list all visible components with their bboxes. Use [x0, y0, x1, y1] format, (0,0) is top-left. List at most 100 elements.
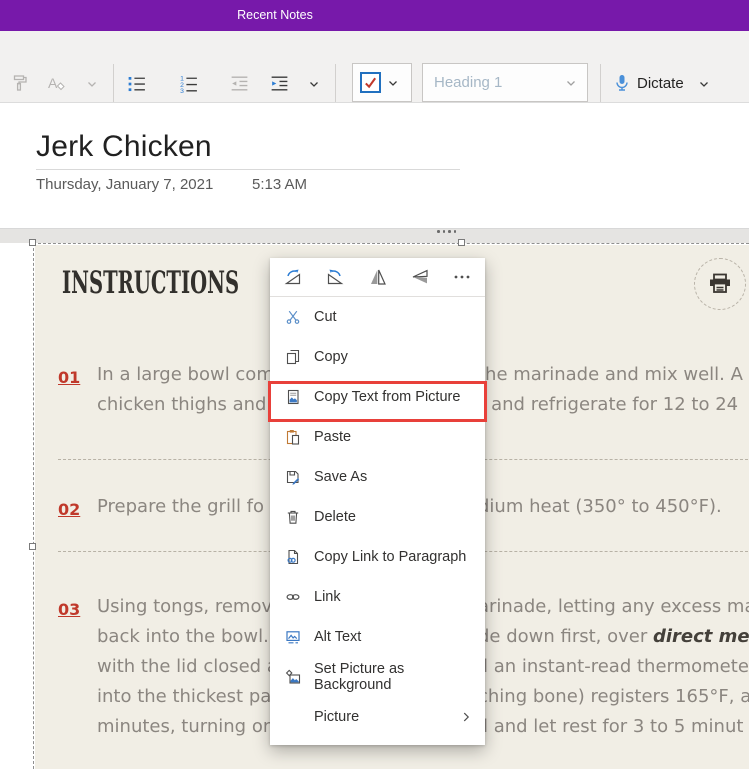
- print-button[interactable]: [694, 258, 746, 310]
- save-as-icon: [284, 469, 301, 486]
- recipe-text-line: il an instant-read thermomete: [478, 656, 749, 677]
- recipe-heading: INSTRUCTIONS: [62, 265, 240, 301]
- alt-text-icon: [284, 629, 301, 646]
- font-options-chevron-icon[interactable]: [85, 77, 98, 90]
- title-bar: Recent Notes: [0, 0, 749, 31]
- menu-item-picture[interactable]: Picture: [270, 697, 485, 737]
- recipe-text-line: Using tongs, remov: [97, 596, 273, 617]
- menu-item-copy-text-from-picture[interactable]: Copy Text from Picture: [270, 377, 485, 417]
- canvas-edge-band: [0, 228, 749, 243]
- format-painter-icon[interactable]: [8, 72, 30, 94]
- recipe-text-line: r and refrigerate for 12 to 24: [478, 394, 739, 415]
- toolbar-divider: [335, 64, 336, 102]
- title-underline: [36, 169, 460, 170]
- copy-icon: [284, 349, 301, 366]
- menu-item-copy[interactable]: Copy: [270, 337, 485, 377]
- submenu-chevron-right-icon: [459, 710, 473, 724]
- selection-border-top: [33, 243, 749, 244]
- todo-checkbox-icon[interactable]: [360, 72, 381, 93]
- menu-item-label: Save As: [314, 469, 368, 485]
- image-move-handle-icon[interactable]: [437, 230, 456, 233]
- resize-handle-top-middle[interactable]: [458, 239, 465, 246]
- recipe-text-line: Prepare the grill fo: [97, 496, 265, 517]
- recipe-text-line: into the thickest pa: [97, 686, 272, 707]
- recipe-text-line: de down first, over direct med: [478, 626, 749, 647]
- onenote-window: Recent Notes A 1 2 3 Heading 1 Dictate J…: [0, 0, 749, 769]
- menu-item-set-picture-as-background[interactable]: Set Picture as Background: [270, 657, 485, 697]
- recipe-text-line: the marinade and mix well. A: [478, 364, 743, 385]
- style-selector-chevron-icon: [565, 77, 577, 89]
- page-title[interactable]: Jerk Chicken: [36, 130, 212, 164]
- todo-tag-control[interactable]: [352, 63, 412, 102]
- svg-text:3: 3: [180, 88, 184, 94]
- menu-item-copy-link-to-paragraph[interactable]: Copy Link to Paragraph: [270, 537, 485, 577]
- style-selector-value: Heading 1: [434, 74, 503, 91]
- clear-formatting-icon[interactable]: A: [45, 72, 67, 94]
- copy-link-to-paragraph-icon: [284, 549, 301, 566]
- recipe-text-line: ching bone) registers 165°F, a: [478, 686, 749, 707]
- selection-border-left: [33, 243, 34, 769]
- menu-item-label: Delete: [314, 509, 356, 525]
- recipe-text-line: ll and let rest for 3 to 5 minut: [478, 716, 744, 737]
- menu-item-link[interactable]: Link: [270, 577, 485, 617]
- menu-item-label: Copy Link to Paragraph: [314, 549, 467, 565]
- style-selector[interactable]: Heading 1: [422, 63, 588, 102]
- dictate-label: Dictate: [637, 74, 684, 92]
- recipe-text-line: back into the bowl.: [97, 626, 269, 647]
- recipe-text-line: minutes, turning on: [97, 716, 275, 737]
- dictate-button[interactable]: Dictate: [637, 72, 684, 94]
- menu-item-paste[interactable]: Paste: [270, 417, 485, 457]
- recipe-text-line: with the lid closed a: [97, 656, 278, 677]
- todo-tag-chevron-icon[interactable]: [387, 77, 399, 89]
- increase-indent-icon[interactable]: [268, 72, 290, 94]
- delete-icon: [284, 509, 301, 526]
- printer-icon: [710, 273, 730, 293]
- ribbon-toolbar: A 1 2 3 Heading 1 Dictate: [0, 31, 749, 103]
- menu-item-label: Copy Text from Picture: [314, 389, 461, 405]
- decrease-indent-icon[interactable]: [228, 72, 250, 94]
- step-number: 02: [58, 500, 81, 519]
- toolbar-divider: [113, 64, 114, 102]
- dictate-chevron-icon[interactable]: [697, 77, 710, 90]
- menu-item-label: Set Picture as Background: [314, 661, 405, 693]
- list-options-chevron-icon[interactable]: [307, 77, 320, 90]
- resize-handle-top-left[interactable]: [29, 239, 36, 246]
- resize-handle-left-middle[interactable]: [29, 543, 36, 550]
- bullet-list-icon[interactable]: [125, 72, 147, 94]
- copy-text-from-picture-icon: [284, 389, 301, 406]
- recipe-text-line: chicken thighs and: [97, 394, 267, 415]
- numbered-list-icon[interactable]: 1 2 3: [177, 72, 199, 94]
- rotate-right-icon[interactable]: [282, 266, 304, 288]
- menu-item-label: Alt Text: [314, 629, 362, 645]
- page-date: Thursday, January 7, 2021: [36, 176, 214, 193]
- menu-item-label: Link: [314, 589, 341, 605]
- menu-item-label: Picture: [314, 709, 360, 725]
- menu-item-label: Copy: [314, 349, 348, 365]
- step-number: 03: [58, 600, 81, 619]
- context-menu-quick-actions: [270, 258, 485, 296]
- flip-horizontal-icon[interactable]: [367, 266, 389, 288]
- cut-icon: [284, 309, 301, 326]
- flip-vertical-icon[interactable]: [409, 266, 431, 288]
- more-options-icon[interactable]: [451, 266, 473, 288]
- menu-item-alt-text[interactable]: Alt Text: [270, 617, 485, 657]
- recent-notes-title: Recent Notes: [237, 8, 313, 22]
- link-icon: [284, 589, 301, 606]
- dictate-microphone-icon[interactable]: [611, 72, 633, 94]
- menu-item-save-as[interactable]: Save As: [270, 457, 485, 497]
- paste-icon: [284, 429, 301, 446]
- toolbar-divider: [600, 64, 601, 102]
- svg-text:A: A: [48, 75, 58, 91]
- recipe-text-line: dium heat (350° to 450°F).: [478, 496, 722, 517]
- menu-item-label: Paste: [314, 429, 352, 445]
- menu-item-delete[interactable]: Delete: [270, 497, 485, 537]
- menu-item-label: Cut: [314, 309, 337, 325]
- step-number: 01: [58, 368, 81, 387]
- recipe-text-line: In a large bowl com: [97, 364, 274, 385]
- set-picture-as-background-icon: [284, 669, 301, 686]
- menu-item-cut[interactable]: Cut: [270, 297, 485, 337]
- picture-context-menu: Cut Copy Copy Text from Picture Paste Sa…: [268, 258, 487, 745]
- recipe-text-line: arinade, letting any excess ma: [478, 596, 749, 617]
- page-time: 5:13 AM: [252, 176, 308, 193]
- rotate-left-icon[interactable]: [324, 266, 346, 288]
